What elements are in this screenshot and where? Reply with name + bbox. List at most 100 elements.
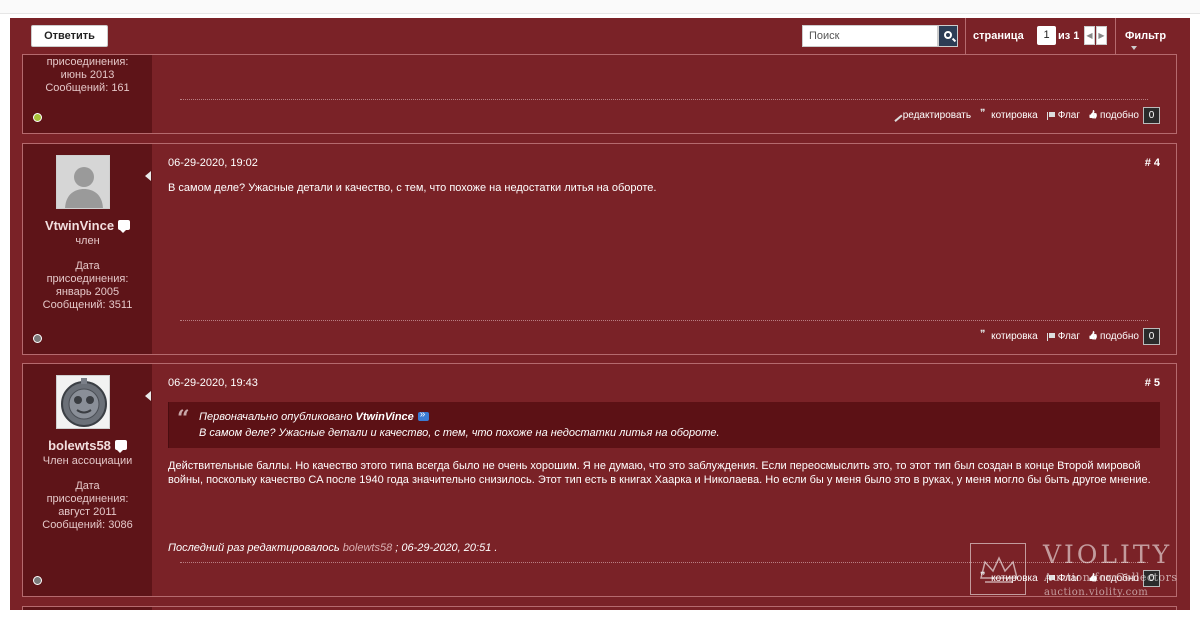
like-count: 0	[1143, 107, 1160, 124]
quote-icon	[980, 329, 989, 341]
quote-icon	[980, 108, 989, 120]
watermark: VIOLITY Auction for Collectors auction.v…	[970, 540, 1195, 605]
caret-left-icon	[145, 171, 151, 181]
quote-label: котировка	[991, 110, 1038, 121]
caret-left-icon	[145, 391, 151, 401]
pencil-icon	[890, 109, 903, 122]
like-button[interactable]: подобно 0	[1089, 328, 1160, 345]
thumbs-up-icon	[1089, 112, 1098, 120]
post-number-link[interactable]: # 5	[1145, 377, 1160, 389]
thumbs-up-icon	[1089, 333, 1098, 341]
quote-header: Первоначально опубликовано VtwinVince	[199, 409, 429, 423]
quote-originally-label: Первоначально опубликовано	[199, 411, 353, 423]
quote-label: котировка	[991, 331, 1038, 342]
like-button[interactable]: подобно 0	[1089, 107, 1160, 124]
default-avatar-icon	[57, 156, 109, 208]
post-divider	[180, 99, 1148, 100]
post-actions: котировка Флаг подобно 0	[980, 328, 1160, 345]
online-status-icon	[33, 113, 42, 122]
post-actions: редактировать котировка Флаг подобно 0	[890, 107, 1160, 124]
user-post-count: Сообщений: 161	[45, 82, 130, 94]
user-post-count: Сообщений: 3511	[42, 299, 133, 311]
page-number-input[interactable]: 1	[1037, 26, 1056, 45]
like-label: подобно	[1100, 331, 1139, 342]
post-4: VtwinVince член Дата присоединения: янва…	[22, 143, 1177, 355]
post-sidebar: bolewts58 Член ассоциации Дата присоедин…	[23, 364, 152, 596]
post-number-link[interactable]: # 4	[1145, 157, 1160, 169]
medal-avatar-icon	[57, 376, 109, 428]
search-input[interactable]	[802, 25, 938, 47]
flag-label: Флаг	[1057, 110, 1081, 121]
flag-button[interactable]: Флаг	[1046, 331, 1081, 342]
edited-prefix: Последний раз редактировалось	[168, 542, 340, 554]
user-join-date: август 2011	[58, 506, 117, 518]
toolbar-divider	[965, 18, 966, 55]
watermark-logo-icon	[970, 543, 1026, 595]
chat-bubble-icon[interactable]	[118, 220, 131, 233]
caret-down-icon	[1131, 46, 1137, 50]
quote-mark-icon: “	[177, 406, 190, 432]
edit-label: редактировать	[902, 110, 972, 121]
search-button[interactable]	[938, 25, 958, 47]
user-role: Член ассоциации	[42, 455, 133, 467]
username-text[interactable]: VtwinVince	[45, 218, 114, 233]
page-label: страница	[973, 30, 1024, 42]
edit-button[interactable]: редактировать	[890, 109, 972, 122]
avatar[interactable]	[56, 375, 110, 429]
page-next-button[interactable]: ▶	[1096, 26, 1107, 45]
bottom-edge	[0, 610, 1200, 625]
watermark-url: auction.violity.com	[1044, 587, 1149, 598]
post-sidebar: VtwinVince член Дата присоединения: янва…	[23, 144, 152, 354]
user-role: член	[75, 235, 100, 247]
quote-button[interactable]: котировка	[980, 329, 1038, 343]
watermark-subtitle: Auction for Collectors	[1044, 571, 1178, 584]
flag-label: Флаг	[1057, 331, 1081, 342]
search-icon	[944, 31, 952, 39]
filter-dropdown[interactable]: Фильтр	[1125, 30, 1177, 54]
reply-button[interactable]: Ответить	[31, 25, 108, 47]
post-divider	[180, 320, 1148, 321]
post-body: Действительные баллы. Но качество этого …	[168, 460, 1151, 486]
post-content: 06-29-2020, 19:02 # 4 В самом деле? Ужас…	[152, 144, 1176, 354]
view-post-icon[interactable]	[417, 409, 429, 421]
quote-button[interactable]: котировка	[980, 108, 1038, 122]
post-body: В самом деле? Ужасные детали и качество,…	[168, 182, 657, 194]
toolbar-divider	[1115, 18, 1116, 55]
top-edge	[0, 0, 1200, 14]
post-date: 06-29-2020, 19:02	[168, 157, 258, 169]
user-post-count: Сообщений: 3086	[42, 519, 133, 531]
edited-note: Последний раз редактировалось bolewts58 …	[168, 542, 497, 554]
thread-toolbar: Ответить страница 1 из 1 ◀ ▶ Фильтр	[22, 18, 1177, 55]
quote-block: “ Первоначально опубликовано VtwinVince …	[168, 402, 1160, 448]
offline-status-icon	[33, 576, 42, 585]
flag-icon	[1046, 111, 1056, 120]
crown-icon	[980, 556, 1018, 583]
edited-user-link[interactable]: bolewts58	[343, 542, 393, 554]
post-date: 06-29-2020, 19:43	[168, 377, 258, 389]
username-text[interactable]: bolewts58	[48, 438, 111, 453]
user-join-date: январь 2005	[55, 286, 120, 298]
page-total: из 1	[1058, 30, 1080, 42]
chevron-left-icon: ◀	[1086, 31, 1093, 40]
chat-bubble-icon[interactable]	[114, 440, 127, 453]
avatar[interactable]	[56, 155, 110, 209]
chevron-right-icon: ▶	[1098, 31, 1105, 40]
user-join-label: Дата присоединения:	[46, 480, 129, 505]
offline-status-icon	[33, 334, 42, 343]
filter-label: Фильтр	[1125, 30, 1167, 42]
flag-button[interactable]: Флаг	[1046, 110, 1081, 121]
username[interactable]: VtwinVince	[23, 218, 152, 233]
username[interactable]: bolewts58	[23, 438, 152, 453]
like-label: подобно	[1100, 110, 1139, 121]
quote-author: VtwinVince	[355, 411, 414, 423]
like-count: 0	[1143, 328, 1160, 345]
flag-icon	[1046, 332, 1056, 341]
quote-text: В самом деле? Ужасные детали и качество,…	[199, 427, 720, 439]
page-prev-button[interactable]: ◀	[1084, 26, 1095, 45]
user-join-label: присоединения:	[46, 56, 129, 68]
user-join-label: Дата присоединения:	[46, 260, 129, 285]
user-join-date: июнь 2013	[60, 69, 115, 81]
edited-date: ; 06-29-2020, 20:51 .	[395, 542, 498, 554]
thread-frame: Ответить страница 1 из 1 ◀ ▶ Фильтр прис…	[10, 18, 1190, 610]
watermark-title: VIOLITY	[1043, 540, 1173, 569]
